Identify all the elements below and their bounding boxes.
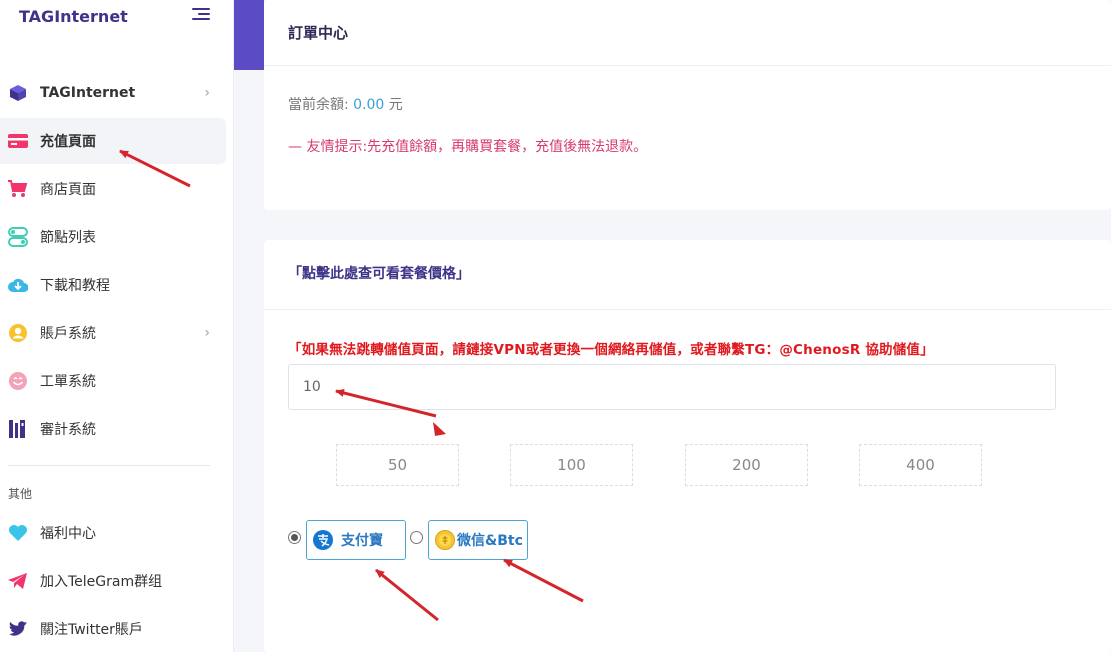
package-price-link[interactable]: 「點擊此處查可看套餐價格」 bbox=[264, 240, 1111, 310]
sidebar-item-topup[interactable]: 充值頁面 bbox=[0, 118, 226, 164]
sidebar-item-audit[interactable]: 審計系統 bbox=[0, 406, 226, 452]
sidebar: TAGInternet TAGInternet › 充值頁面 商店頁面 節點列表… bbox=[0, 0, 234, 652]
sidebar-item-taginternet[interactable]: TAGInternet › bbox=[0, 70, 226, 116]
sidebar-item-welfare[interactable]: 福利中心 bbox=[0, 510, 226, 556]
card-icon bbox=[8, 131, 28, 151]
sidebar-item-tickets[interactable]: 工單系統 bbox=[0, 358, 226, 404]
alipay-button[interactable]: 支付寶 bbox=[306, 520, 406, 560]
balance-unit: 元 bbox=[388, 97, 403, 113]
sidebar-section-label: 其他 bbox=[8, 487, 33, 501]
sidebar-item-label: 賬戶系統 bbox=[40, 326, 96, 342]
sidebar-item-label: TAGInternet bbox=[40, 85, 136, 101]
balance-label: 當前余額: bbox=[288, 97, 349, 113]
chevron-right-icon: › bbox=[204, 325, 210, 341]
header-accent-bar bbox=[234, 0, 264, 70]
brand-logo[interactable]: TAGInternet bbox=[19, 7, 128, 26]
topup-card: 「點擊此處查可看套餐價格」 「如果無法跳轉儲值頁面，請鏈接VPN或者更換一個網絡… bbox=[264, 240, 1111, 652]
preset-amount-button[interactable]: 50 bbox=[336, 444, 459, 486]
alipay-icon bbox=[313, 530, 333, 550]
order-center-card: 訂單中心 當前余額: 0.00 元 — 友情提示:先充值餘額，再購買套餐，充值後… bbox=[264, 0, 1111, 210]
sidebar-item-label: 加入TeleGram群组 bbox=[40, 574, 163, 590]
wechat-btc-radio[interactable] bbox=[410, 531, 423, 544]
chevron-right-icon: › bbox=[204, 85, 210, 101]
account-icon bbox=[8, 323, 28, 343]
topup-warning: 「如果無法跳轉儲值頁面，請鏈接VPN或者更換一個網絡再儲值，或者聯繫TG：@Ch… bbox=[288, 342, 934, 358]
menu-toggle-icon[interactable] bbox=[192, 8, 210, 22]
heart-icon bbox=[8, 523, 28, 543]
preset-amount-button[interactable]: 400 bbox=[859, 444, 982, 486]
payment-method-label: 支付寶 bbox=[341, 533, 383, 549]
nodes-icon bbox=[8, 227, 28, 247]
page-title: 訂單中心 bbox=[264, 0, 1111, 66]
sidebar-item-label: 商店頁面 bbox=[40, 182, 96, 198]
sidebar-item-label: 福利中心 bbox=[40, 526, 96, 542]
sidebar-item-label: 關注Twitter賬戶 bbox=[40, 622, 143, 638]
smile-icon bbox=[8, 371, 28, 391]
cloud-download-icon bbox=[8, 275, 28, 295]
wechat-btc-button[interactable]: 微信&Btc bbox=[428, 520, 528, 560]
sidebar-divider bbox=[8, 465, 210, 466]
sidebar-item-label: 下載和教程 bbox=[40, 278, 110, 294]
sidebar-item-telegram[interactable]: 加入TeleGram群组 bbox=[0, 558, 226, 604]
sidebar-item-account[interactable]: 賬戶系統 › bbox=[0, 310, 226, 356]
twitter-icon bbox=[8, 619, 28, 639]
alipay-radio[interactable] bbox=[288, 531, 301, 544]
cube-icon bbox=[8, 83, 28, 103]
sidebar-item-shop[interactable]: 商店頁面 bbox=[0, 166, 226, 212]
sidebar-item-nodes[interactable]: 節點列表 bbox=[0, 214, 226, 260]
friendly-tip: — 友情提示:先充值餘額，再購買套餐，充值後無法退款。 bbox=[288, 139, 648, 155]
sidebar-item-label: 工單系統 bbox=[40, 374, 96, 390]
preset-amount-button[interactable]: 100 bbox=[510, 444, 633, 486]
coin-icon bbox=[435, 530, 455, 550]
balance-line: 當前余額: 0.00 元 bbox=[288, 94, 403, 114]
sidebar-item-label: 審計系統 bbox=[40, 422, 96, 438]
audit-icon bbox=[8, 419, 28, 439]
sidebar-item-label: 充值頁面 bbox=[40, 134, 96, 150]
amount-input[interactable] bbox=[288, 364, 1056, 410]
telegram-icon bbox=[8, 571, 28, 591]
sidebar-item-label: 節點列表 bbox=[40, 230, 96, 246]
balance-value: 0.00 bbox=[353, 97, 385, 113]
preset-amount-button[interactable]: 200 bbox=[685, 444, 808, 486]
payment-method-label: 微信&Btc bbox=[457, 533, 523, 549]
sidebar-item-twitter[interactable]: 關注Twitter賬戶 bbox=[0, 606, 226, 652]
sidebar-item-downloads[interactable]: 下載和教程 bbox=[0, 262, 226, 308]
cart-icon bbox=[8, 179, 28, 199]
